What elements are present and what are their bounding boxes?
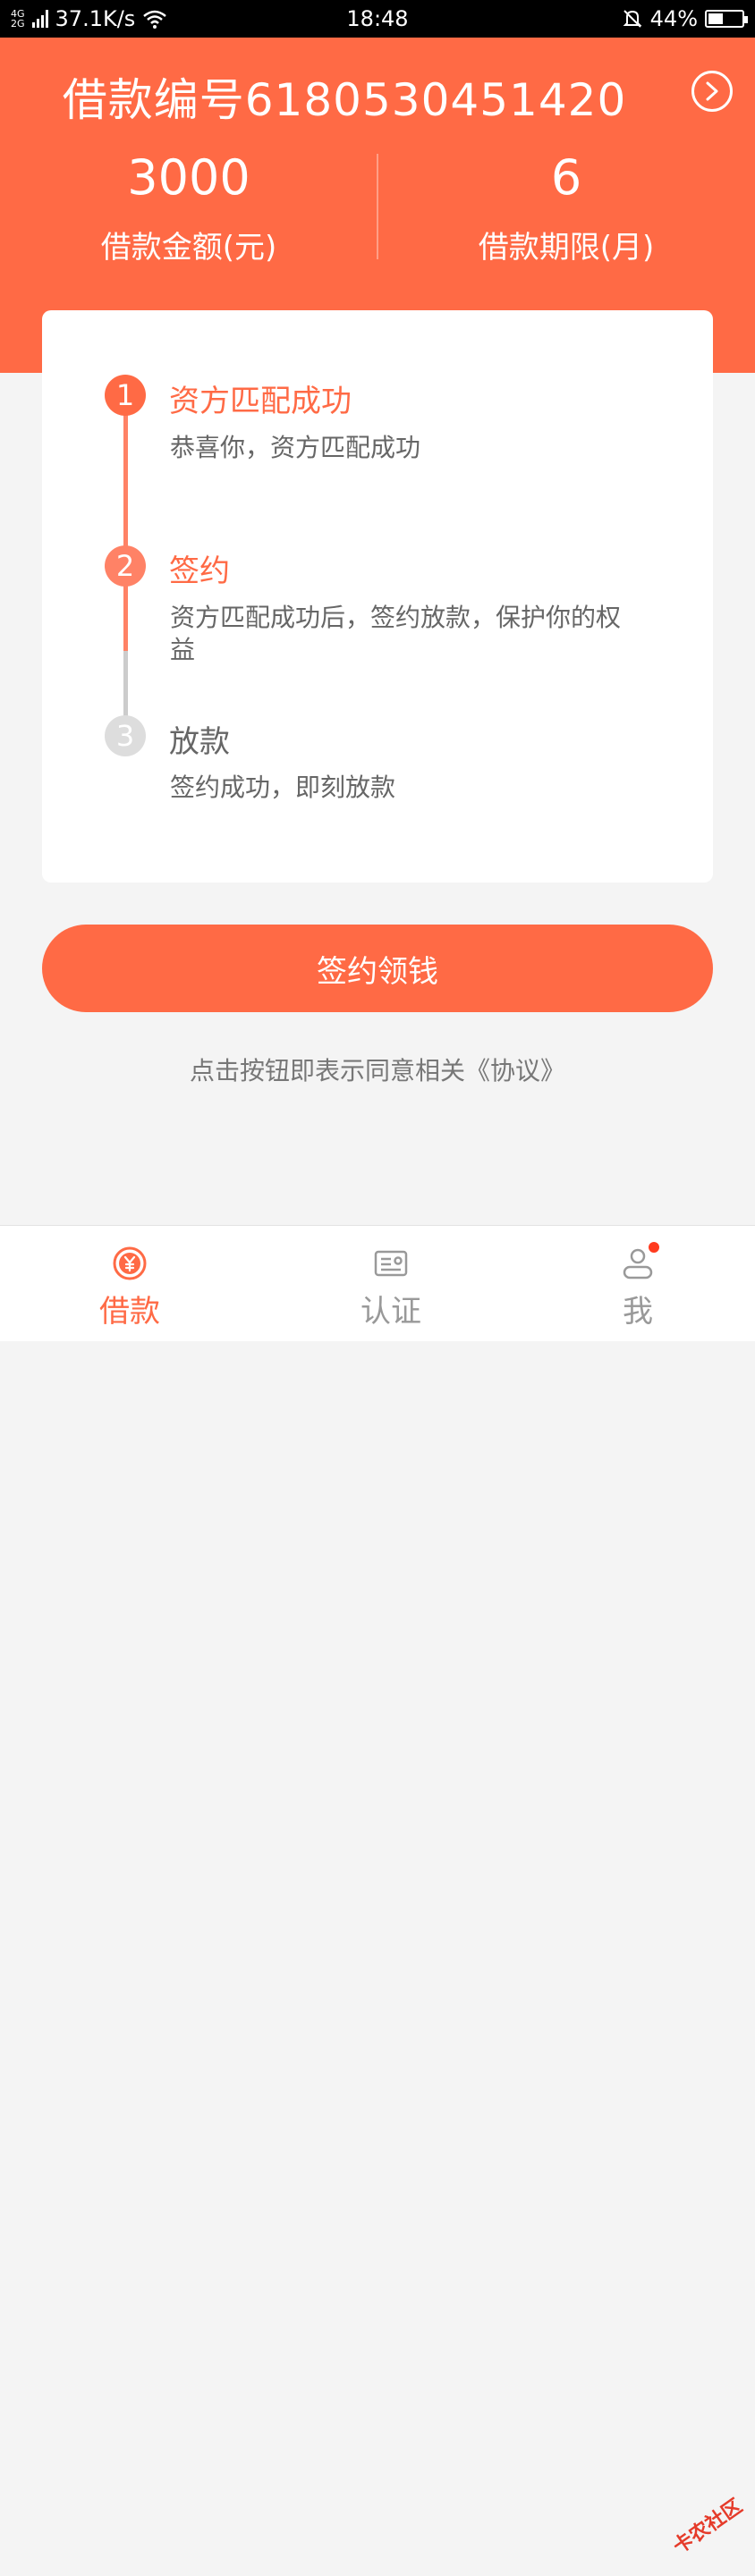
step-2-desc: 资方匹配成功后，签约放款，保护你的权益 <box>170 603 622 664</box>
step-1-title: 资方匹配成功 <box>169 384 352 419</box>
notification-dot <box>649 1242 659 1253</box>
tab-loan-label: 借款 <box>99 1294 160 1330</box>
step-3-number: 3 <box>105 715 146 756</box>
loan-term-label: 借款期限(月) <box>478 230 655 266</box>
tab-me[interactable]: 我 <box>575 1226 700 1342</box>
sign-and-get-money-button[interactable]: 签约领钱 <box>42 925 713 1012</box>
loan-term-value: 6 <box>550 149 582 206</box>
network-bottom: 2G <box>11 18 25 30</box>
battery-fill <box>708 13 723 24</box>
status-left: 4G 2G 37.1K/s <box>11 6 167 31</box>
loan-amount: 3000 借款金额(元) <box>0 149 378 266</box>
bottom-tab-bar: 借款 认证 我 卡农社区 <box>0 1225 755 2559</box>
watermark: 卡农社区 <box>669 2495 747 2559</box>
yuan-coin-icon <box>112 1246 148 1281</box>
signal-icon <box>31 10 48 28</box>
progress-card: 1 资方匹配成功 恭喜你，资方匹配成功 2 签约 资方匹配成功后，签约放款，保护… <box>42 310 713 883</box>
battery-percent: 44% <box>649 6 698 31</box>
step-1-number: 1 <box>105 375 146 416</box>
network-speed: 37.1K/s <box>55 6 136 31</box>
loan-term: 6 借款期限(月) <box>378 149 755 266</box>
step-3-title: 放款 <box>169 724 230 760</box>
tab-me-label: 我 <box>623 1294 653 1330</box>
loan-amount-label: 借款金额(元) <box>100 230 277 266</box>
loan-amount-value: 3000 <box>127 149 250 206</box>
id-card-icon <box>373 1246 409 1281</box>
agreement-notice: 点击按钮即表示同意相关《协议》 <box>0 1052 755 1087</box>
status-right: 44% <box>622 6 748 31</box>
chevron-right-icon <box>706 81 718 101</box>
tab-verify[interactable]: 认证 <box>328 1226 454 1342</box>
wifi-icon <box>143 10 167 29</box>
tab-verify-label: 认证 <box>361 1294 421 1330</box>
network-type: 4G 2G <box>11 9 25 29</box>
bell-muted-icon <box>623 10 642 28</box>
user-icon <box>620 1242 659 1281</box>
loan-detail-button[interactable] <box>691 71 733 112</box>
tab-loan[interactable]: 借款 <box>67 1226 192 1342</box>
step-1-desc: 恭喜你，资方匹配成功 <box>170 433 421 462</box>
step-2-title: 签约 <box>169 553 230 589</box>
step-3-desc: 签约成功，即刻放款 <box>170 773 396 802</box>
step-2-number: 2 <box>105 545 146 587</box>
battery-icon <box>705 10 748 28</box>
step-line-1 <box>123 396 128 564</box>
loan-number: 借款编号61805304514​20 <box>62 74 627 126</box>
status-bar: 4G 2G 37.1K/s 18:48 44% <box>0 0 755 38</box>
agreement-prefix: 点击按钮即表示同意相关 <box>189 1056 465 1085</box>
agreement-link[interactable]: 《协议》 <box>465 1056 565 1085</box>
